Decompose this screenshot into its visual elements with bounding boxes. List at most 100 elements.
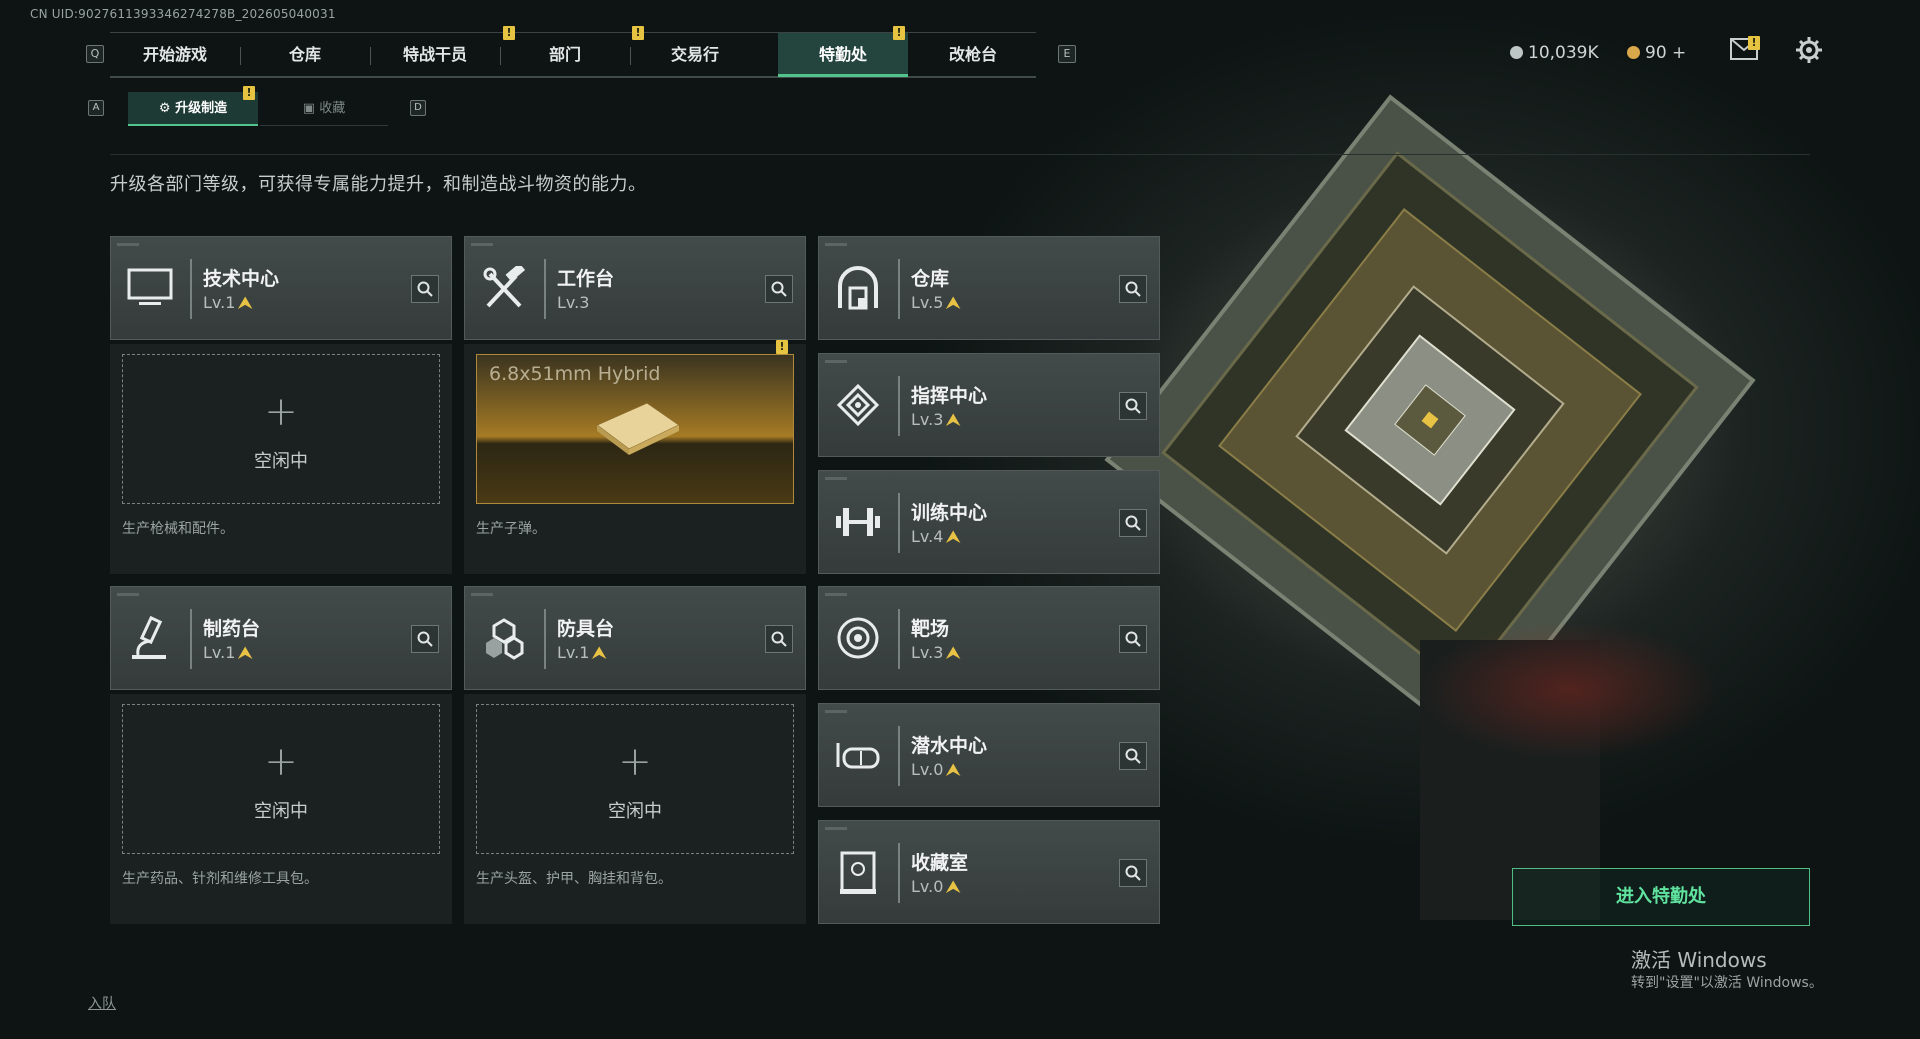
station-card-workbench[interactable]: 工作台 Lv.3 [464,236,806,340]
hammer-wrench-icon [479,263,529,313]
station-level: Lv.0 ⮝ [911,760,961,779]
gold-coin-icon [1627,46,1640,59]
tab-special-ops[interactable]: 特勤处 [778,33,908,77]
divider [110,154,1810,155]
tab-warehouse[interactable]: 仓库 [240,33,370,77]
station-card-range[interactable]: 靶场 Lv.3 ⮝ [818,586,1160,690]
station-name: 潜水中心 [911,735,988,757]
search-icon[interactable] [1119,625,1147,653]
diving-mask-icon [833,730,883,780]
station-card-training[interactable]: 训练中心 Lv.4 ⮝ [818,470,1160,574]
card-tag [825,243,847,246]
station-name: 防具台 [557,618,615,640]
ammo-box-icon [596,402,680,455]
dumbbell-icon [833,497,883,547]
enter-special-ops-button[interactable]: 进入特勤处 [1512,868,1810,926]
station-card-pharmacy[interactable]: 制药台 Lv.1 ⮝ [110,586,452,690]
subtab-collection[interactable]: ▣ 收藏 [260,92,388,126]
production-panel-workbench[interactable]: 6.8x51mm Hybrid ! 生产子弹。 [464,340,806,574]
card-divider [898,493,900,553]
search-icon[interactable] [1119,275,1147,303]
production-panel-pharmacy[interactable]: + 空闲中 生产药品、针剂和维修工具包。 [110,694,452,924]
card-tag [825,827,847,830]
coin-balance: 10,039K [1510,43,1599,63]
idle-slot[interactable]: + 空闲中 [122,354,440,504]
tab-operators[interactable]: 特战干员 [370,33,500,77]
silver-coin-icon [1510,46,1523,59]
card-divider [898,376,900,436]
notification-badge: ! [503,26,515,40]
station-level: Lv.3 ⮝ [911,643,961,662]
tab-trading[interactable]: 交易行 [630,33,760,77]
station-level: Lv.1 ⮝ [557,643,607,662]
idle-label: 空闲中 [254,801,308,822]
nav-prev-key[interactable]: Q [86,45,104,63]
gear-icon[interactable] [1795,36,1823,70]
collection-box-icon [833,847,883,897]
production-description: 生产药品、针剂和维修工具包。 [122,871,318,887]
station-level: Lv.1 ⮝ [203,643,253,662]
production-panel-armor[interactable]: + 空闲中 生产头盔、护甲、胸挂和背包。 [464,694,806,924]
station-name: 技术中心 [203,268,280,290]
product-slot[interactable]: 6.8x51mm Hybrid [476,354,794,504]
join-team-link[interactable]: 入队 [88,993,116,1013]
station-name: 仓库 [911,268,950,290]
search-icon[interactable] [765,275,793,303]
idle-slot[interactable]: + 空闲中 [476,704,794,854]
collection-icon: ▣ [302,101,320,116]
plus-icon: + [264,739,298,785]
card-divider [898,843,900,903]
search-icon[interactable] [1119,392,1147,420]
windows-activation-title: 激活 Windows [1631,948,1767,972]
search-icon[interactable] [411,625,439,653]
search-icon[interactable] [1119,509,1147,537]
upgrade-arrow-icon: ⮝ [946,410,961,429]
target-range-icon [833,613,883,663]
subtab-next-key[interactable]: D [410,100,426,116]
station-level: Lv.5 ⮝ [911,293,961,312]
card-divider [898,726,900,786]
idle-label: 空闲中 [254,451,308,472]
monitor-icon [125,263,175,313]
card-divider [898,259,900,319]
card-tag [825,710,847,713]
station-card-tech[interactable]: 技术中心 Lv.1 ⮝ [110,236,452,340]
card-tag [825,477,847,480]
station-card-armor[interactable]: 防具台 Lv.1 ⮝ [464,586,806,690]
add-token-button[interactable]: + [1672,43,1686,63]
subtab-prev-key[interactable]: A [88,100,104,116]
station-name: 训练中心 [911,502,988,524]
station-level: Lv.0 ⮝ [911,877,961,896]
upgrade-arrow-icon: ⮝ [946,760,961,779]
station-card-collection[interactable]: 收藏室 Lv.0 ⮝ [818,820,1160,924]
station-name: 收藏室 [911,852,969,874]
search-icon[interactable] [765,625,793,653]
station-card-storage[interactable]: 仓库 Lv.5 ⮝ [818,236,1160,340]
card-tag [117,243,139,246]
upgrade-arrow-icon: ⮝ [592,643,607,662]
subtab-upgrade[interactable]: ⚙ 升级制造 [128,92,258,126]
plus-icon: + [264,389,298,435]
tab-start-game[interactable]: 开始游戏 [110,33,240,77]
search-icon[interactable] [411,275,439,303]
idle-slot[interactable]: + 空闲中 [122,704,440,854]
station-card-diving[interactable]: 潜水中心 Lv.0 ⮝ [818,703,1160,807]
card-divider [898,609,900,669]
card-divider [190,259,192,319]
nav-next-key[interactable]: E [1058,45,1076,63]
tab-departments[interactable]: 部门 [500,33,630,77]
vault-icon [833,263,883,313]
station-level: Lv.1 ⮝ [203,293,253,312]
station-name: 靶场 [911,618,950,640]
windows-activation-hint: 转到"设置"以激活 Windows。 [1631,975,1823,991]
station-card-command[interactable]: 指挥中心 Lv.3 ⮝ [818,353,1160,457]
search-icon[interactable] [1119,742,1147,770]
upgrade-arrow-icon: ⮝ [946,877,961,896]
station-level: Lv.4 ⮝ [911,527,961,546]
production-panel-tech[interactable]: + 空闲中 生产枪械和配件。 [110,344,452,574]
search-icon[interactable] [1119,859,1147,887]
production-description: 生产头盔、护甲、胸挂和背包。 [476,871,672,887]
tab-gunsmith[interactable]: 改枪台 [908,33,1038,77]
card-tag [117,593,139,596]
token-balance[interactable]: 90 + [1627,43,1686,63]
